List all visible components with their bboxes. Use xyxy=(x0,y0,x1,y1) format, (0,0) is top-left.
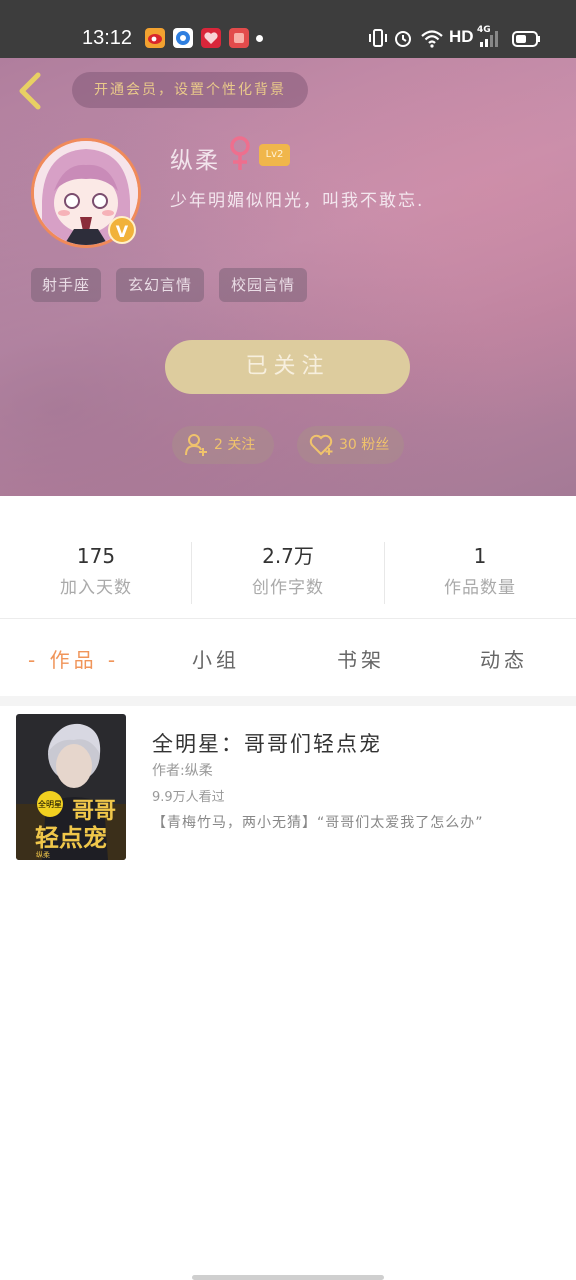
home-indicator[interactable] xyxy=(192,1275,384,1280)
browser-icon xyxy=(173,28,193,48)
following-button[interactable]: 2 关注 xyxy=(172,426,274,464)
svg-text:全明星: 全明星 xyxy=(38,799,62,809)
status-bar: 13:12 HD 4G xyxy=(0,0,576,58)
book-description: 【青梅竹马，两小无猜】“哥哥们太爱我了怎么办” xyxy=(152,815,484,831)
profile-header: 开通会员，设置个性化背景 V 纵柔 Lv2 少年明媚似阳光，叫我不敢忘. 射手座… xyxy=(0,58,576,496)
notification-dot-icon xyxy=(256,35,263,42)
section-divider xyxy=(0,696,576,706)
book-author: 作者:纵柔 xyxy=(152,763,213,779)
user-plus-icon xyxy=(185,434,207,456)
weibo-icon xyxy=(145,28,165,48)
book-views: 9.9万人看过 xyxy=(152,790,225,805)
status-time: 13:12 xyxy=(82,27,133,49)
verified-badge: V xyxy=(108,216,136,244)
book-cover[interactable]: 全明星 哥哥 轻点宠 纵柔 xyxy=(16,714,126,860)
network-type: HD xyxy=(449,27,474,46)
divider xyxy=(0,618,576,619)
stat-days-value: 175 xyxy=(76,544,116,568)
level-badge: Lv2 xyxy=(259,144,290,166)
heart-plus-icon xyxy=(309,434,333,456)
tab-bookshelf[interactable]: 书架 xyxy=(337,644,385,673)
bio-text: 少年明媚似阳光，叫我不敢忘. xyxy=(170,191,425,211)
tab-activity[interactable]: 动态 xyxy=(480,644,528,673)
battery-icon xyxy=(512,31,540,47)
following-count: 2 关注 xyxy=(214,437,256,453)
alarm-icon xyxy=(395,31,411,47)
svg-text:哥哥: 哥哥 xyxy=(72,798,116,824)
book-card[interactable]: 全明星 哥哥 轻点宠 纵柔 全明星：哥哥们轻点宠 作者:纵柔 9.9万人看过 【… xyxy=(8,706,568,868)
heart-app-icon xyxy=(201,28,221,48)
stat-works: 1 作品数量 xyxy=(384,544,576,600)
tag-genre-campus: 校园言情 xyxy=(219,268,307,302)
tag-zodiac: 射手座 xyxy=(31,268,101,302)
tab-groups[interactable]: 小组 xyxy=(192,644,240,673)
book-cover-image: 全明星 哥哥 轻点宠 纵柔 xyxy=(16,714,126,860)
tab-works[interactable]: - 作品 - xyxy=(28,644,119,673)
stat-days: 175 加入天数 xyxy=(0,544,192,600)
vibrate-icon xyxy=(369,29,387,47)
stat-words-value: 2.7万 xyxy=(262,544,314,568)
back-arrow-icon[interactable] xyxy=(14,72,48,110)
username: 纵柔 xyxy=(170,148,220,174)
svg-text:纵柔: 纵柔 xyxy=(36,850,50,859)
stats-bar: 175 加入天数 2.7万 创作字数 1 作品数量 xyxy=(0,496,576,618)
stat-days-label: 加入天数 xyxy=(60,578,132,598)
stat-works-label: 作品数量 xyxy=(444,578,516,598)
stat-words-label: 创作字数 xyxy=(252,578,324,598)
fans-button[interactable]: 30 粉丝 xyxy=(297,426,404,464)
wifi-icon xyxy=(421,30,443,48)
stat-words: 2.7万 创作字数 xyxy=(192,544,384,600)
tag-genre-fantasy: 玄幻言情 xyxy=(116,268,204,302)
stat-works-value: 1 xyxy=(473,544,487,568)
signal-icon xyxy=(480,31,498,47)
female-icon xyxy=(230,136,250,170)
svg-text:轻点宠: 轻点宠 xyxy=(35,823,107,852)
vip-banner-button[interactable]: 开通会员，设置个性化背景 xyxy=(72,72,308,108)
fans-count: 30 粉丝 xyxy=(339,437,390,453)
red-app-icon xyxy=(229,28,249,48)
follow-button[interactable]: 已关注 xyxy=(165,340,410,394)
book-title: 全明星：哥哥们轻点宠 xyxy=(152,732,382,756)
